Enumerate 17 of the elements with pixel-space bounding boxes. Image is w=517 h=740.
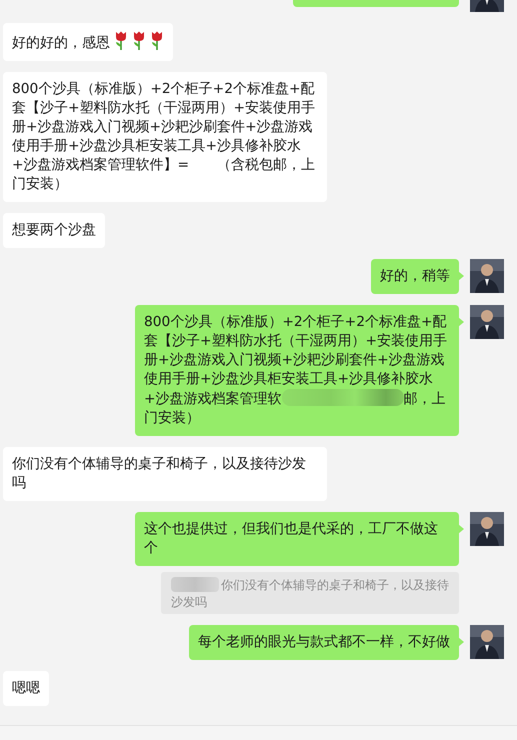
message-bubble: 想要两个沙盘 bbox=[3, 213, 105, 248]
avatar-icon[interactable] bbox=[470, 512, 504, 546]
tulip-icon bbox=[114, 31, 128, 51]
tulip-icon bbox=[150, 31, 164, 51]
avatar-icon[interactable] bbox=[470, 259, 504, 293]
bubble-tail bbox=[458, 271, 464, 281]
message-bubble: 嗯嗯 bbox=[3, 671, 49, 706]
bubble-tail bbox=[458, 637, 464, 647]
message-bubble: 好的好的，感恩 bbox=[3, 23, 173, 61]
message-bubble: 800个沙具（标准版）+2个柜子+2个标准盘+配套【沙子+塑料防水托（干湿两用）+安装使用手册+沙盘游戏入门视频+沙耙沙刷套件+沙盘游戏使用手册+沙盘沙具柜安装工具+沙具修补胶水+沙盘游戏档案管理软件】= （含税包邮，上门安装） bbox=[3, 72, 327, 202]
bubble-tail bbox=[458, 524, 464, 534]
avatar-icon[interactable] bbox=[470, 305, 504, 339]
tulip-icon bbox=[132, 31, 146, 51]
message-bubble: 你们没有个体辅导的桌子和椅子，以及接待沙发吗 bbox=[3, 447, 327, 501]
quoted-message[interactable]: 你们没有个体辅导的桌子和椅子，以及接待沙发吗 bbox=[161, 572, 459, 614]
avatar-icon[interactable] bbox=[470, 625, 504, 659]
bubble-tail bbox=[458, 317, 464, 327]
